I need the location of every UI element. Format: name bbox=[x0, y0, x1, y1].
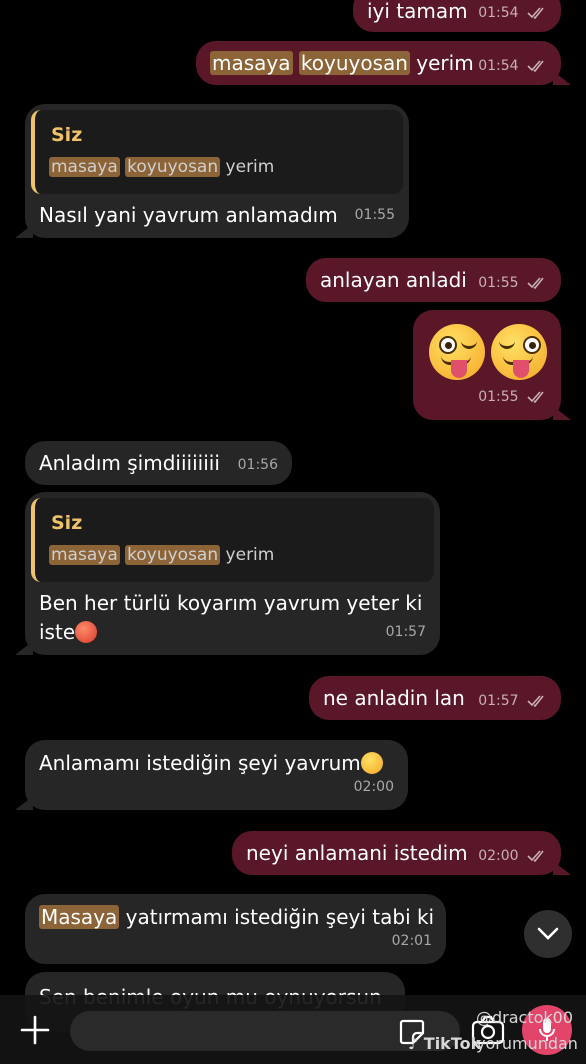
read-check-icon bbox=[527, 7, 544, 19]
message-incoming[interactable]: Anlamamı istediğin şeyi yavrum 02:00 bbox=[15, 740, 408, 810]
message-text: Masaya yatırmamı istediğin şeyi tabi ki bbox=[39, 905, 435, 929]
message-time: 01:55 bbox=[478, 384, 547, 410]
message-time: 01:56 bbox=[237, 457, 278, 473]
message-text: masaya koyuyosan yerim bbox=[210, 51, 474, 75]
message-text-line-1: Ben her türlü koyarım yavrum yeter ki bbox=[39, 591, 423, 615]
message-outgoing[interactable]: neyi anlamani istedim 02:00 bbox=[232, 831, 571, 875]
message-outgoing[interactable]: ne anladin lan 01:57 bbox=[309, 676, 561, 720]
message-time: 01:54 bbox=[478, 53, 547, 79]
watermark-brand: ♪ TikTok bbox=[408, 1034, 482, 1053]
read-check-icon bbox=[527, 391, 544, 403]
message-outgoing[interactable]: masaya koyuyosan yerim 01:54 bbox=[196, 41, 571, 85]
message-incoming-reply[interactable]: Siz masaya koyuyosan yerim Ben her türlü… bbox=[15, 492, 440, 655]
chevron-down-icon bbox=[537, 927, 559, 940]
message-outgoing[interactable]: iyi tamam 01:54 bbox=[353, 0, 561, 32]
reply-quote[interactable]: Siz masaya koyuyosan yerim bbox=[31, 498, 434, 582]
reply-text: masaya koyuyosan yerim bbox=[49, 157, 275, 177]
read-check-icon bbox=[527, 60, 544, 72]
watermark-suffix: yorumundan bbox=[476, 1034, 578, 1053]
read-check-icon bbox=[527, 277, 544, 289]
reply-author: Siz bbox=[51, 124, 83, 146]
message-time: 02:00 bbox=[353, 779, 394, 795]
message-time: 01:55 bbox=[354, 207, 395, 223]
reply-quote[interactable]: Siz masaya koyuyosan yerim bbox=[31, 110, 403, 194]
message-incoming[interactable]: Anladım şimdiiiiiiii 01:56 bbox=[25, 441, 292, 485]
message-time: 01:57 bbox=[385, 624, 426, 640]
hot-face-emoji-icon bbox=[75, 621, 98, 643]
winking-tongue-emoji-icon bbox=[491, 324, 547, 380]
message-time: 02:00 bbox=[478, 843, 547, 869]
hugging-face-emoji-icon bbox=[360, 752, 383, 774]
message-outgoing[interactable]: anlayan anladi 01:55 bbox=[306, 258, 561, 302]
message-text: iyi tamam bbox=[367, 0, 468, 23]
watermark-handle: @dractok00 bbox=[476, 1008, 574, 1027]
scroll-to-bottom-button[interactable] bbox=[524, 910, 572, 958]
message-text: Nasıl yani yavrum anlamadım bbox=[39, 203, 338, 227]
message-incoming-reply[interactable]: Siz masaya koyuyosan yerim Nasıl yani ya… bbox=[15, 104, 409, 238]
read-check-icon bbox=[527, 850, 544, 862]
message-text: ne anladin lan bbox=[323, 686, 465, 710]
message-time: 02:01 bbox=[391, 933, 432, 949]
message-text: Anlamamı istediğin şeyi yavrum bbox=[39, 750, 383, 776]
message-time: 01:54 bbox=[478, 0, 547, 26]
message-incoming[interactable]: Masaya yatırmamı istediğin şeyi tabi ki … bbox=[25, 894, 446, 964]
message-text: Anladım şimdiiiiiiii bbox=[39, 451, 220, 475]
composer-bar bbox=[0, 995, 586, 1064]
message-text-line-2: iste bbox=[39, 619, 98, 645]
message-outgoing-emoji[interactable]: 01:55 bbox=[413, 310, 571, 420]
message-time: 01:57 bbox=[478, 688, 547, 714]
reply-author: Siz bbox=[51, 512, 83, 534]
winking-tongue-emoji-icon bbox=[429, 324, 485, 380]
message-text: anlayan anladi bbox=[320, 268, 467, 292]
reply-text: masaya koyuyosan yerim bbox=[49, 545, 275, 565]
message-text: neyi anlamani istedim bbox=[246, 841, 468, 865]
plus-icon[interactable] bbox=[20, 1015, 50, 1045]
read-check-icon bbox=[527, 695, 544, 707]
message-time: 01:55 bbox=[478, 270, 547, 296]
